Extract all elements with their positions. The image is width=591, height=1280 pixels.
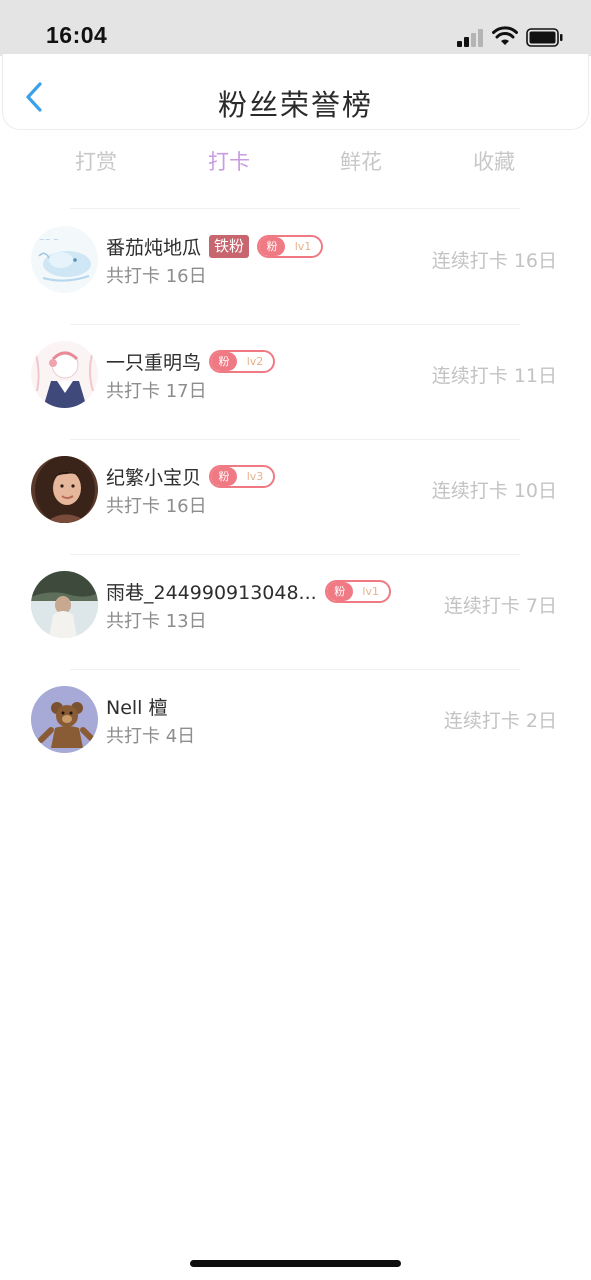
total-checkin-count: 共打卡 16日 — [106, 496, 207, 517]
checkin-streak: 连续打卡 10日 — [431, 480, 557, 502]
status-time: 16:04 — [46, 22, 108, 48]
battery-icon — [526, 28, 563, 47]
fan-badge-level: lv1 — [362, 584, 379, 598]
list-item[interactable]: ~~ ~ 番茄炖地瓜 铁粉 粉 lv1 共打卡 16日 连续打卡 16日 — [0, 210, 591, 325]
fan-level-badge: 粉 lv1 — [324, 579, 391, 603]
user-name: 番茄炖地瓜 — [106, 236, 202, 259]
user-name: 纪繁小宝贝 — [106, 466, 202, 489]
tab-bar: 打赏 打卡 鲜花 收藏 — [0, 140, 591, 184]
checkin-streak: 连续打卡 11日 — [431, 365, 557, 387]
fan-level-badge: 粉 lv3 — [209, 464, 276, 488]
fan-badge-label: 粉 — [259, 236, 286, 256]
fan-badge-label: 粉 — [326, 581, 353, 601]
fan-badge-level: lv2 — [246, 354, 264, 368]
tab-reward[interactable]: 打赏 — [46, 146, 146, 176]
user-name: 一只重明鸟 — [106, 351, 202, 374]
total-checkin-count: 共打卡 17日 — [106, 381, 207, 402]
avatar[interactable]: ~~ ~ — [31, 226, 98, 293]
wifi-icon — [492, 26, 518, 45]
avatar[interactable] — [31, 686, 98, 753]
fan-badge-label: 粉 — [211, 466, 238, 486]
fan-level-badge: 粉 lv1 — [257, 234, 324, 258]
avatar[interactable] — [31, 341, 98, 408]
avatar[interactable] — [31, 571, 98, 638]
fan-badge-level: lv3 — [246, 469, 264, 483]
user-name: 雨巷_244990913048... — [106, 581, 317, 604]
ranking-list: ~~ ~ 番茄炖地瓜 铁粉 粉 lv1 共打卡 16日 连续打卡 16日 一只重… — [0, 210, 591, 785]
svg-text:~~ ~: ~~ ~ — [39, 236, 59, 244]
total-checkin-count: 共打卡 4日 — [106, 726, 196, 747]
fan-badge-label: 粉 — [211, 351, 238, 371]
tab-favorites[interactable]: 收藏 — [444, 146, 544, 176]
page-title: 粉丝荣誉榜 — [217, 88, 373, 122]
list-item[interactable]: 纪繁小宝贝 粉 lv3 共打卡 16日 连续打卡 10日 — [0, 440, 591, 555]
avatar[interactable] — [31, 456, 98, 523]
tab-checkin[interactable]: 打卡 — [179, 146, 279, 176]
total-checkin-count: 共打卡 16日 — [106, 266, 207, 287]
checkin-streak: 连续打卡 16日 — [431, 250, 557, 272]
list-item[interactable]: 一只重明鸟 粉 lv2 共打卡 17日 连续打卡 11日 — [0, 325, 591, 440]
nav-header: 粉丝荣誉榜 — [2, 54, 589, 130]
status-bar: 16:04 — [0, 0, 591, 56]
cellular-signal-icon — [457, 28, 485, 47]
fan-badge-level: lv1 — [294, 239, 312, 253]
iron-fan-badge: 铁粉 — [209, 234, 250, 258]
tab-flowers[interactable]: 鲜花 — [311, 146, 411, 176]
home-indicator[interactable] — [190, 1260, 401, 1267]
checkin-streak: 连续打卡 7日 — [443, 595, 557, 617]
divider — [70, 208, 520, 209]
list-item[interactable]: 雨巷_244990913048... 粉 lv1 共打卡 13日 连续打卡 7日 — [0, 555, 591, 670]
user-name: Nell 檀 — [106, 696, 168, 719]
list-item[interactable]: Nell 檀 共打卡 4日 连续打卡 2日 — [0, 670, 591, 785]
checkin-streak: 连续打卡 2日 — [443, 710, 557, 732]
fan-level-badge: 粉 lv2 — [209, 349, 276, 373]
total-checkin-count: 共打卡 13日 — [106, 611, 207, 632]
